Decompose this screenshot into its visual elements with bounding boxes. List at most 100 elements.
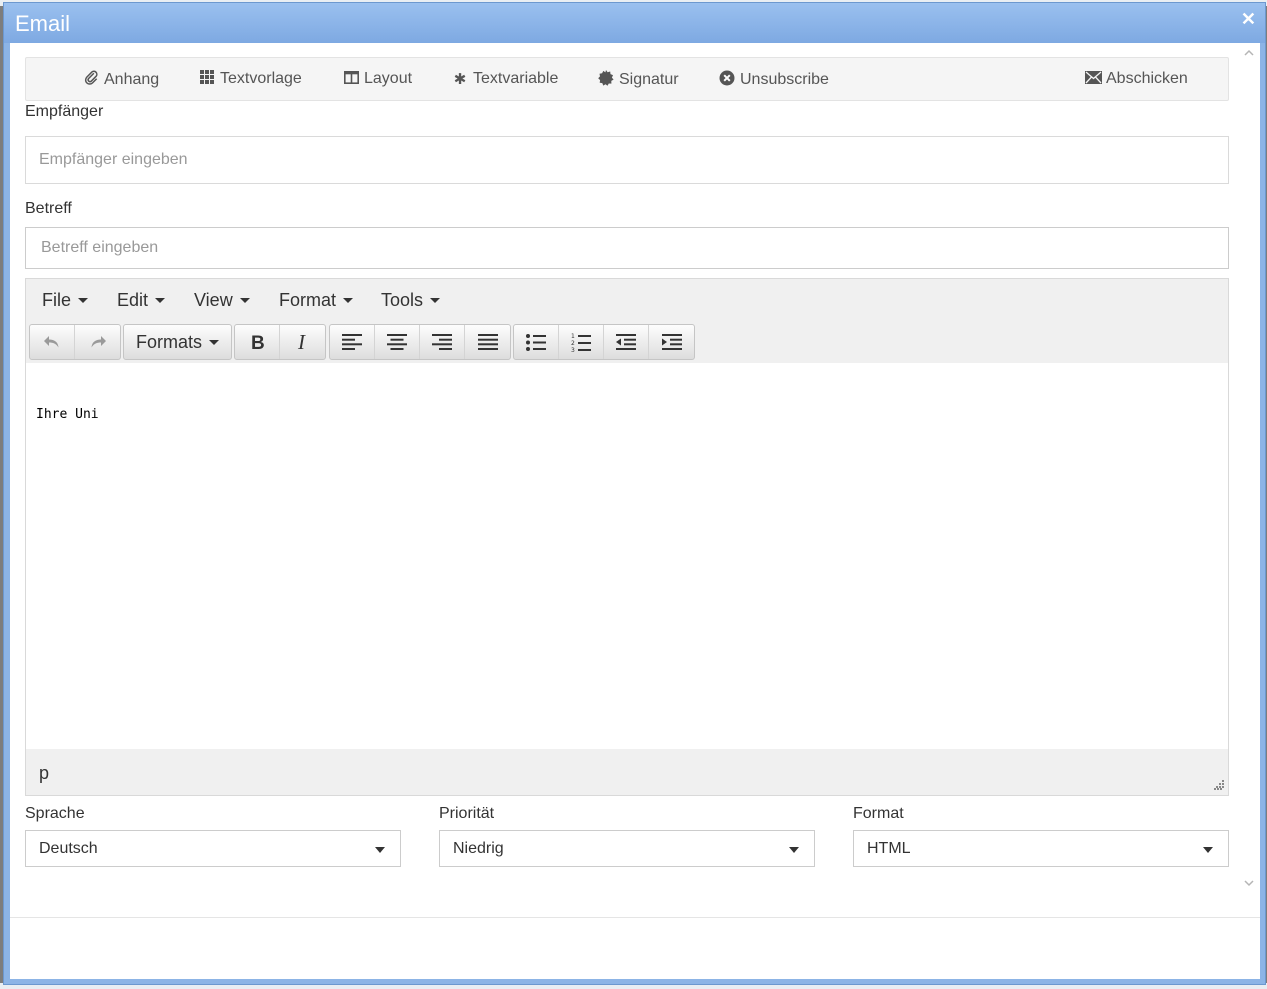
chevron-down-icon[interactable] <box>1243 877 1255 889</box>
menu-format[interactable]: Format <box>279 290 354 311</box>
chevron-down-icon <box>78 298 89 303</box>
dialog-titlebar[interactable]: Email ✕ <box>4 3 1265 43</box>
chevron-down-icon <box>1203 847 1213 853</box>
signature-button[interactable]: Signatur <box>598 70 679 90</box>
menu-file[interactable]: File <box>42 290 89 311</box>
unsubscribe-button[interactable]: Unsubscribe <box>719 70 829 90</box>
svg-text:I: I <box>297 333 306 351</box>
align-right-icon <box>432 334 452 350</box>
priority-label: Priorität <box>439 805 495 822</box>
remove-circle-icon <box>719 70 735 90</box>
chevron-down-icon <box>239 298 250 303</box>
columns-icon <box>343 70 359 88</box>
menu-tools[interactable]: Tools <box>381 290 441 311</box>
certificate-icon <box>598 70 614 90</box>
bold-button[interactable]: B <box>235 325 280 359</box>
element-path[interactable]: p <box>39 763 49 784</box>
editor-menubar: File Edit View Format Tools <box>26 279 1228 321</box>
outdent-button[interactable] <box>604 325 649 359</box>
redo-button[interactable] <box>75 325 120 359</box>
redo-icon <box>91 336 106 348</box>
dialog-title: Email <box>15 11 71 36</box>
recipient-input[interactable]: Empfänger eingeben <box>25 136 1229 184</box>
indent-button[interactable] <box>649 325 694 359</box>
italic-button[interactable]: I <box>280 325 325 359</box>
priority-value: Niedrig <box>453 839 504 857</box>
subject-input[interactable]: Betreff eingeben <box>25 227 1229 269</box>
formats-label: Formats <box>135 331 202 352</box>
menu-format-label: Format <box>279 290 337 310</box>
grid-icon <box>199 70 215 88</box>
content-scrollbar[interactable] <box>1238 43 1260 917</box>
align-left-icon <box>342 334 362 350</box>
format-select[interactable]: HTML <box>853 830 1229 867</box>
language-label: Sprache <box>25 805 85 822</box>
editor-body-text: Ihre Uni <box>36 407 99 422</box>
align-left-button[interactable] <box>330 325 375 359</box>
align-center-button[interactable] <box>375 325 420 359</box>
numbered-list-button[interactable]: 123 <box>559 325 604 359</box>
close-icon[interactable]: ✕ <box>1241 9 1256 30</box>
asterisk-icon: ✱ <box>453 71 467 88</box>
menu-view-label: View <box>194 290 233 310</box>
chevron-down-icon <box>789 847 799 853</box>
attachment-label: Anhang <box>104 70 160 88</box>
alignment-button-group <box>329 324 511 360</box>
chevron-up-icon[interactable] <box>1243 47 1255 59</box>
unsubscribe-label: Unsubscribe <box>740 71 829 88</box>
align-justify-button[interactable] <box>465 325 510 359</box>
bullet-list-button[interactable] <box>514 325 559 359</box>
formats-button-group: Formats <box>123 324 232 360</box>
language-value: Deutsch <box>39 839 98 857</box>
svg-text:B: B <box>251 333 265 351</box>
subject-placeholder: Betreff eingeben <box>41 239 159 256</box>
outdent-icon <box>616 334 636 350</box>
editor-content-area[interactable]: Ihre Uni <box>26 363 1228 749</box>
layout-button[interactable]: Layout <box>343 70 412 88</box>
email-dialog: Email ✕ Anhang Textvorlage Layout ✱ Text… <box>3 2 1266 985</box>
align-right-button[interactable] <box>420 325 465 359</box>
menu-file-label: File <box>42 290 72 310</box>
text-variable-button[interactable]: ✱ Textvariable <box>452 70 559 88</box>
resize-handle-icon[interactable] <box>1214 780 1224 793</box>
svg-text:3: 3 <box>571 347 575 352</box>
svg-text:2: 2 <box>571 340 575 347</box>
chevron-down-icon <box>375 847 385 853</box>
editor-statusbar: p <box>26 749 1228 795</box>
template-button[interactable]: Textvorlage <box>199 70 302 88</box>
menu-edit[interactable]: Edit <box>117 290 166 311</box>
language-select[interactable]: Deutsch <box>25 830 401 867</box>
format-label: Format <box>853 805 904 822</box>
numbered-list-icon: 123 <box>571 333 591 352</box>
bold-icon: B <box>251 333 265 351</box>
subject-label: Betreff <box>25 200 72 217</box>
menu-view[interactable]: View <box>194 290 250 311</box>
chevron-down-icon <box>209 339 219 345</box>
attachment-button[interactable]: Anhang <box>83 70 159 89</box>
history-button-group <box>29 324 121 360</box>
undo-button[interactable] <box>30 325 75 359</box>
envelope-icon <box>1085 70 1102 88</box>
italic-icon: I <box>297 333 306 351</box>
format-value: HTML <box>867 839 911 857</box>
list-button-group: 123 <box>513 324 695 360</box>
chevron-down-icon <box>155 298 166 303</box>
align-center-icon <box>387 334 407 350</box>
text-style-button-group: B I <box>234 324 326 360</box>
formats-dropdown[interactable]: Formats <box>124 325 231 359</box>
rich-text-editor: File Edit View Format Tools Formats B I … <box>25 278 1229 796</box>
send-label: Abschicken <box>1106 70 1188 87</box>
bullet-list-icon <box>526 333 546 351</box>
send-button[interactable]: Abschicken <box>1085 70 1188 88</box>
layout-label: Layout <box>364 70 413 87</box>
menu-edit-label: Edit <box>117 290 149 310</box>
recipient-label: Empfänger <box>25 103 104 120</box>
chevron-down-icon <box>343 298 354 303</box>
priority-select[interactable]: Niedrig <box>439 830 815 867</box>
dialog-content: Anhang Textvorlage Layout ✱ Textvariable <box>10 43 1260 979</box>
footer-divider <box>10 917 1260 918</box>
signature-label: Signatur <box>619 71 679 88</box>
paperclip-icon <box>83 70 99 89</box>
template-label: Textvorlage <box>220 70 302 87</box>
align-justify-icon <box>477 334 498 350</box>
